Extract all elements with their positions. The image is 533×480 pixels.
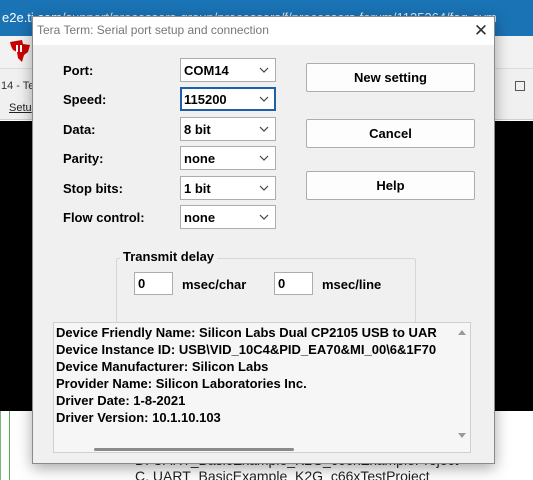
help-button[interactable]: Help — [306, 171, 475, 200]
flow-control-label: Flow control: — [63, 210, 145, 225]
parity-select[interactable]: none — [180, 146, 276, 170]
flow-control-value: none — [184, 210, 216, 225]
device-info-line: Device Manufacturer: Silicon Labs — [56, 359, 269, 374]
port-label: Port: — [63, 63, 94, 78]
data-label: Data: — [63, 122, 96, 137]
speed-value: 115200 — [184, 92, 227, 107]
chevron-down-icon — [259, 96, 269, 102]
dialog-titlebar: Tera Term: Serial port setup and connect… — [33, 17, 494, 45]
cancel-button[interactable]: Cancel — [306, 119, 475, 148]
background-text-line: C. UART_BasicExample_K2G_c66xTestProject — [135, 468, 430, 480]
msec-per-line-label: msec/line — [322, 277, 382, 292]
chevron-down-icon — [259, 155, 269, 161]
stop-bits-label: Stop bits: — [63, 181, 123, 196]
chevron-down-icon — [259, 67, 269, 73]
port-select[interactable]: COM14 — [180, 58, 276, 82]
data-value: 8 bit — [184, 122, 211, 137]
device-info-line: Driver Version: 10.1.10.103 — [56, 410, 221, 425]
flow-control-select[interactable]: none — [180, 205, 276, 229]
msec-per-char-label: msec/char — [182, 277, 247, 292]
chevron-down-icon — [259, 126, 269, 132]
parity-label: Parity: — [63, 151, 104, 166]
port-value: COM14 — [184, 63, 229, 78]
new-setting-button[interactable]: New setting — [306, 63, 475, 92]
teraterm-window-title: 14 - Te — [1, 80, 35, 92]
speed-select[interactable]: 115200 — [180, 87, 276, 111]
horizontal-scrollbar-thumb[interactable] — [94, 448, 294, 451]
speed-label: Speed: — [63, 92, 107, 107]
dialog-title: Tera Term: Serial port setup and connect… — [37, 23, 269, 37]
device-info-line: Device Instance ID: USB\VID_10C4&PID_EA7… — [56, 342, 437, 357]
data-select[interactable]: 8 bit — [180, 117, 276, 141]
serial-port-setup-dialog: Tera Term: Serial port setup and connect… — [32, 16, 495, 464]
msec-per-char-input[interactable]: 0 — [134, 272, 173, 295]
device-info-line: Provider Name: Silicon Laboratories Inc. — [56, 376, 307, 391]
chevron-down-icon — [259, 185, 269, 191]
chevron-down-icon — [259, 214, 269, 220]
device-info-line: Driver Date: 1-8-2021 — [56, 393, 186, 408]
scroll-down-icon[interactable] — [458, 433, 466, 438]
msec-per-line-input[interactable]: 0 — [274, 272, 313, 295]
transmit-delay-title: Transmit delay — [120, 249, 218, 264]
green-divider — [9, 411, 10, 480]
device-info-line: Device Friendly Name: Silicon Labs Dual … — [56, 325, 437, 340]
close-icon[interactable]: ✕ — [469, 19, 493, 43]
scroll-up-icon[interactable] — [458, 330, 466, 335]
menu-item-setup[interactable]: Setu — [9, 102, 32, 114]
ti-logo-icon — [10, 40, 30, 62]
parity-value: none — [184, 151, 216, 166]
vertical-scrollbar[interactable] — [453, 323, 470, 452]
maximize-icon[interactable] — [515, 81, 525, 91]
stop-bits-value: 1 bit — [184, 181, 211, 196]
stop-bits-select[interactable]: 1 bit — [180, 176, 276, 200]
device-info-textbox[interactable]: Device Friendly Name: Silicon Labs Dual … — [53, 322, 471, 453]
